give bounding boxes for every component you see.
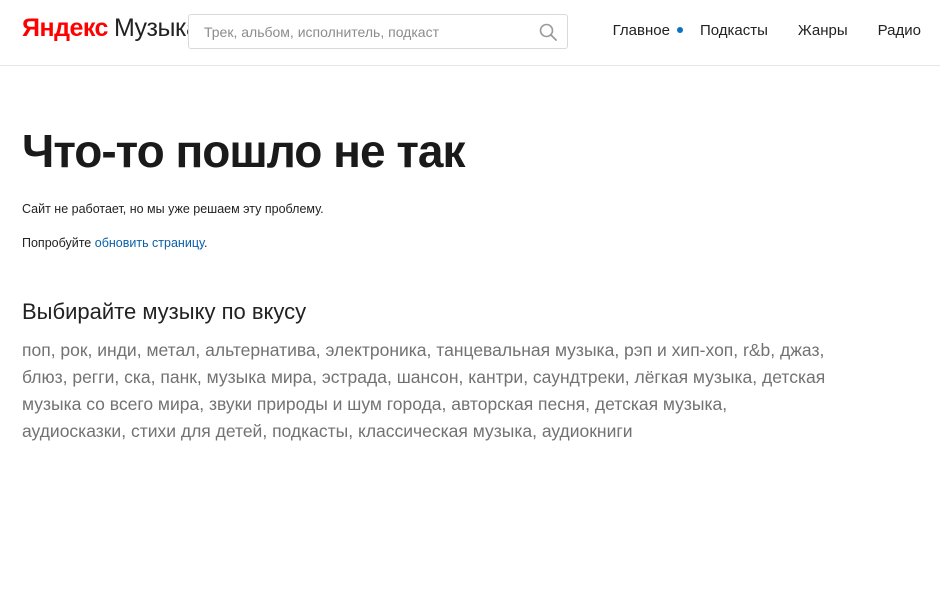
genre-link[interactable]: рок — [60, 340, 87, 360]
genre-link[interactable]: аудиосказки — [22, 421, 121, 441]
genre-link[interactable]: инди — [97, 340, 136, 360]
genre-link[interactable]: рэп и хип-хоп — [624, 340, 733, 360]
search-icon[interactable] — [538, 22, 558, 42]
header: Яндекс Музыка Главное Подкасты Жанры Рад… — [0, 0, 940, 66]
error-message: Сайт не работает, но мы уже решаем эту п… — [22, 202, 324, 216]
nav-item-label: Радио — [877, 21, 921, 39]
genres-list: поп, рок, инди, метал, альтернатива, эле… — [22, 340, 826, 441]
genres-title: Выбирайте музыку по вкусу — [22, 299, 307, 324]
nav-item-label: Подкасты — [699, 21, 768, 39]
genre-link[interactable]: музыка мира — [207, 367, 313, 387]
nav-item-genres[interactable]: Жанры — [798, 22, 848, 39]
genre-link[interactable]: джаз — [780, 340, 819, 360]
logo[interactable]: Яндекс Музыка — [22, 14, 200, 46]
logo-service: Музыка — [113, 14, 200, 42]
genre-link[interactable]: альтернатива — [205, 340, 316, 360]
genre-link[interactable]: звуки природы и шум города — [209, 394, 442, 414]
genre-link[interactable]: танцевальная музыка — [436, 340, 614, 360]
genre-link[interactable]: r&b — [743, 340, 770, 360]
retry-suffix: . — [203, 236, 208, 250]
retry-hint: Попробуйте обновить страницу. — [22, 236, 207, 250]
genre-link[interactable]: саундтреки — [533, 367, 625, 387]
logo-brand: Яндекс — [22, 14, 108, 42]
genre-link[interactable]: кантри — [468, 367, 523, 387]
error-title: Что-то пошло не так — [22, 125, 465, 177]
genre-link[interactable]: классическая музыка — [358, 421, 532, 441]
search-box — [188, 14, 568, 49]
genre-link[interactable]: регги — [72, 367, 114, 387]
search-input[interactable] — [189, 15, 529, 48]
genre-link[interactable]: лёгкая музыка — [634, 367, 752, 387]
genre-link[interactable]: стихи для детей — [131, 421, 262, 441]
genre-link[interactable]: панк — [160, 367, 197, 387]
genre-link[interactable]: ска — [124, 367, 151, 387]
genre-link[interactable]: шансон — [397, 367, 459, 387]
nav-item-main[interactable]: Главное — [612, 21, 683, 39]
genre-link[interactable]: авторская песня — [451, 394, 585, 414]
active-indicator-dot — [676, 27, 683, 33]
genre-link[interactable]: подкасты — [272, 421, 348, 441]
genre-link[interactable]: поп — [22, 340, 51, 360]
nav-item-podcasts[interactable]: Подкасты — [700, 22, 768, 39]
main-nav: Главное Подкасты Жанры Радио — [613, 0, 921, 60]
nav-item-label: Жанры — [797, 21, 848, 39]
genre-link[interactable]: аудиокниги — [542, 421, 633, 441]
genre-link[interactable]: блюз — [22, 367, 63, 387]
genre-link[interactable]: эстрада — [322, 367, 387, 387]
genre-link[interactable]: детская музыка — [595, 394, 722, 414]
refresh-page-link[interactable]: обновить страницу — [95, 236, 204, 250]
nav-item-radio[interactable]: Радио — [878, 22, 921, 39]
genre-link[interactable]: электроника — [326, 340, 427, 360]
nav-item-label: Главное — [612, 21, 670, 39]
retry-prefix: Попробуйте — [22, 236, 95, 250]
genre-link[interactable]: метал — [146, 340, 195, 360]
